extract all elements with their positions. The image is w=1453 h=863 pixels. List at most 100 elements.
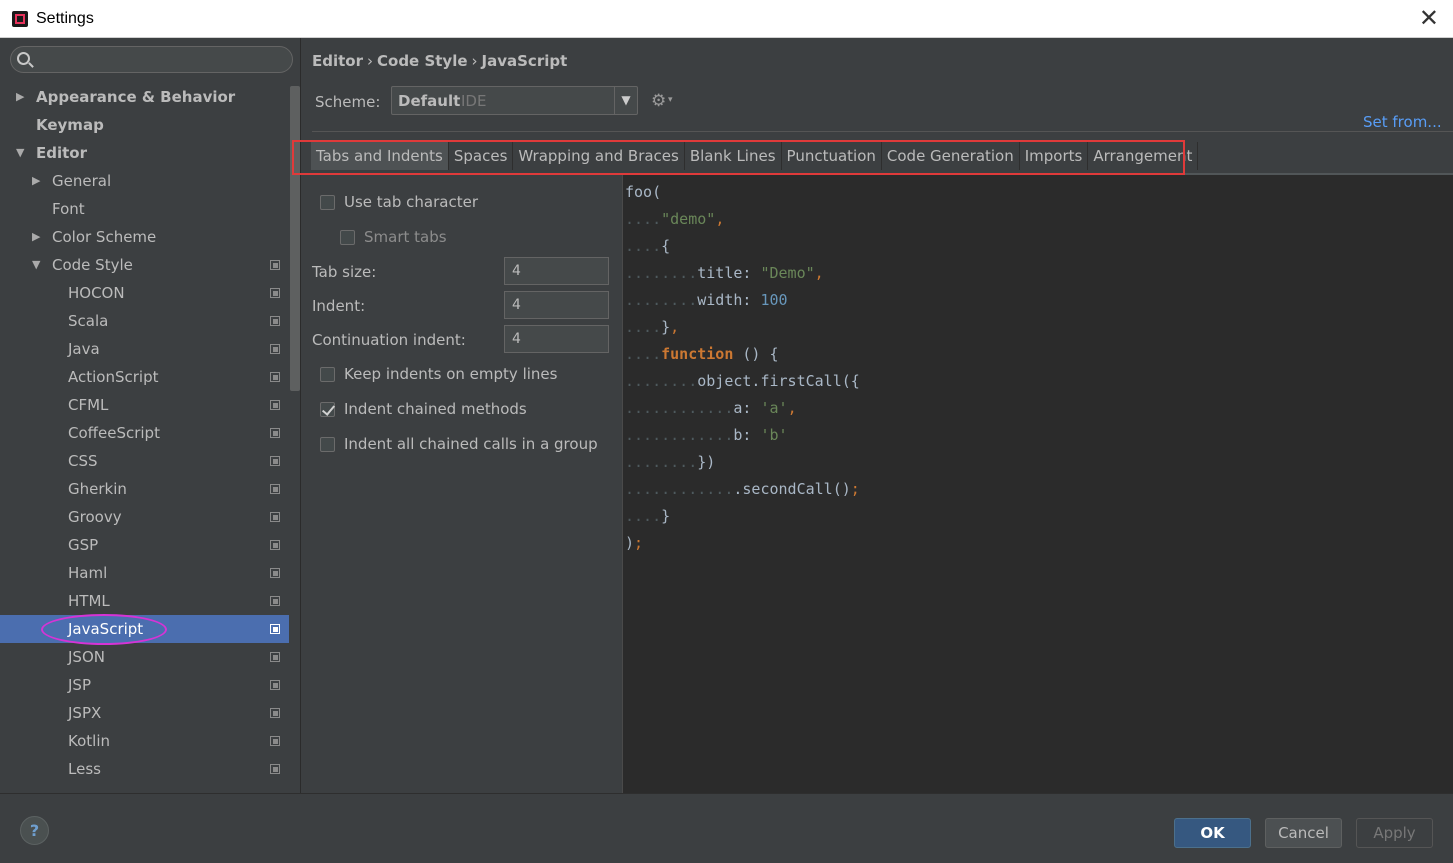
copy-icon <box>270 260 280 270</box>
indent-chained-group-checkbox[interactable] <box>320 436 335 452</box>
close-icon[interactable]: ✕ <box>1419 6 1439 30</box>
sidebar-item-gherkin[interactable]: Gherkin <box>0 475 289 503</box>
sidebar-item-label: Gherkin <box>68 480 127 498</box>
settings-search-input[interactable] <box>10 46 293 73</box>
sidebar-item-label: Java <box>68 340 100 358</box>
gear-icon[interactable]: ⚙ <box>651 91 666 111</box>
code-token: a: <box>733 399 761 417</box>
ok-button[interactable]: OK <box>1174 818 1251 848</box>
sidebar-item-less[interactable]: Less <box>0 755 289 783</box>
sidebar-item-jsp[interactable]: JSP <box>0 671 289 699</box>
indent-chained-methods-checkbox[interactable] <box>320 401 335 417</box>
sidebar-item-keymap[interactable]: Keymap <box>0 111 289 139</box>
code-line: ........width: 100 <box>625 291 788 318</box>
sidebar-item-actionscript[interactable]: ActionScript <box>0 363 289 391</box>
code-token: 100 <box>760 291 788 309</box>
indent-label: Indent: <box>312 297 366 315</box>
sidebar-item-jspx[interactable]: JSPX <box>0 699 289 727</box>
breadcrumb-item: Code Style <box>377 52 468 70</box>
breadcrumb-item: Editor <box>312 52 363 70</box>
code-line: ........object.firstCall({ <box>625 372 860 399</box>
code-line: foo( <box>625 183 661 210</box>
use-tab-character-option[interactable]: Use tab character <box>320 191 478 213</box>
code-token: "Demo" <box>760 264 815 282</box>
expanded-arrow-icon[interactable]: ▼ <box>16 139 24 167</box>
sidebar-item-css[interactable]: CSS <box>0 447 289 475</box>
code-token: foo <box>625 183 653 201</box>
sidebar-item-scala[interactable]: Scala <box>0 307 289 335</box>
copy-icon <box>270 652 280 662</box>
divider <box>312 131 1453 132</box>
gear-caret-icon[interactable]: ▾ <box>668 95 673 105</box>
sidebar-item-label: General <box>52 172 112 190</box>
help-icon[interactable]: ? <box>20 816 49 845</box>
settings-sidebar: ▶ Appearance & Behavior Keymap ▼ Editor ▶ Gene… <box>0 38 301 793</box>
collapsed-arrow-icon[interactable]: ▶ <box>32 223 40 251</box>
code-token: width: <box>697 291 761 309</box>
sidebar-item-label: Groovy <box>68 508 122 526</box>
expanded-arrow-icon[interactable]: ▼ <box>32 251 40 279</box>
cancel-button[interactable]: Cancel <box>1265 818 1342 848</box>
sidebar-item-haml[interactable]: Haml <box>0 559 289 587</box>
copy-icon <box>270 372 280 382</box>
copy-icon <box>270 484 280 494</box>
use-tab-character-label: Use tab character <box>344 193 478 211</box>
indent-input[interactable] <box>504 291 609 319</box>
use-tab-character-checkbox[interactable] <box>320 194 335 210</box>
sidebar-item-code-style[interactable]: ▼ Code Style <box>0 251 289 279</box>
sidebar-item-label: Haml <box>68 564 108 582</box>
whitespace-marker: .... <box>625 237 662 255</box>
whitespace-marker: ........ <box>625 264 698 282</box>
sidebar-item-color-scheme[interactable]: ▶ Color Scheme <box>0 223 289 251</box>
sidebar-item-coffeescript[interactable]: CoffeeScript <box>0 419 289 447</box>
chevron-down-icon[interactable]: ▼ <box>614 87 637 114</box>
sidebar-item-kotlin[interactable]: Kotlin <box>0 727 289 755</box>
tabs-highlight-annotation <box>292 140 1185 175</box>
sidebar-item-font[interactable]: Font <box>0 195 289 223</box>
sidebar-scrollbar-thumb[interactable] <box>290 86 300 391</box>
sidebar-item-gsp[interactable]: GSP <box>0 531 289 559</box>
copy-icon <box>270 344 280 354</box>
keep-indents-empty-checkbox[interactable] <box>320 366 335 382</box>
code-token: ; <box>850 480 860 498</box>
sidebar-item-label: ActionScript <box>68 368 159 386</box>
whitespace-marker: ............ <box>625 399 734 417</box>
sidebar-item-html[interactable]: HTML <box>0 587 289 615</box>
sidebar-item-groovy[interactable]: Groovy <box>0 503 289 531</box>
code-line: ........}) <box>625 453 715 480</box>
indent-chained-methods-option[interactable]: Indent chained methods <box>320 398 527 420</box>
sidebar-item-appearance-behavior[interactable]: ▶ Appearance & Behavior <box>0 83 289 111</box>
sidebar-item-editor[interactable]: ▼ Editor <box>0 139 289 167</box>
code-token: ; <box>634 534 644 552</box>
keep-indents-empty-option[interactable]: Keep indents on empty lines <box>320 363 557 385</box>
indent-chained-group-option[interactable]: Indent all chained calls in a group <box>320 433 598 455</box>
tab-size-input[interactable] <box>504 257 609 285</box>
smart-tabs-option[interactable]: Smart tabs <box>340 226 447 248</box>
sidebar-item-general[interactable]: ▶ General <box>0 167 289 195</box>
code-token: , <box>715 210 725 228</box>
sidebar-item-json[interactable]: JSON <box>0 643 289 671</box>
code-line: ....} <box>625 507 670 534</box>
set-from-link[interactable]: Set from... <box>1363 113 1442 131</box>
code-token: object.firstCall({ <box>697 372 860 390</box>
breadcrumb-separator: › <box>471 52 478 70</box>
whitespace-marker: .... <box>625 318 662 336</box>
sidebar-item-label: CSS <box>68 452 98 470</box>
smart-tabs-checkbox[interactable] <box>340 229 355 245</box>
sidebar-item-label: GSP <box>68 536 99 554</box>
code-token: "demo" <box>661 210 716 228</box>
apply-button[interactable]: Apply <box>1356 818 1433 848</box>
whitespace-marker: .... <box>625 210 662 228</box>
code-line: ............a: 'a', <box>625 399 797 426</box>
scheme-dropdown[interactable]: Default IDE ▼ <box>391 86 638 115</box>
continuation-indent-input[interactable] <box>504 325 609 353</box>
sidebar-item-hocon[interactable]: HOCON <box>0 279 289 307</box>
collapsed-arrow-icon[interactable]: ▶ <box>32 167 40 195</box>
sidebar-item-cfml[interactable]: CFML <box>0 391 289 419</box>
search-icon <box>17 52 30 65</box>
scheme-label: Scheme: <box>315 93 381 111</box>
code-token: } <box>661 507 671 525</box>
collapsed-arrow-icon[interactable]: ▶ <box>16 83 24 111</box>
sidebar-item-java[interactable]: Java <box>0 335 289 363</box>
code-token: 'a' <box>760 399 788 417</box>
